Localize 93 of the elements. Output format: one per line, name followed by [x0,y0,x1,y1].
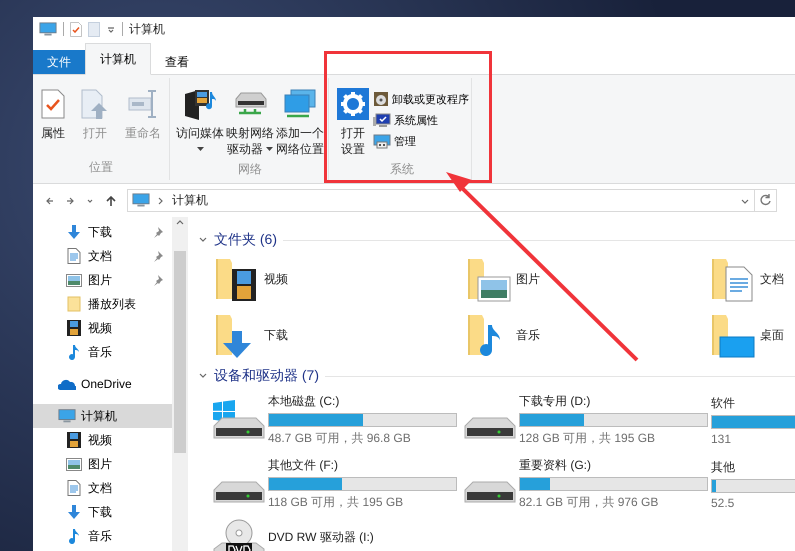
music-note-icon [68,528,80,544]
nav-item[interactable]: 文档 [33,476,172,500]
pin-icon[interactable] [152,274,164,286]
free-space-text: 118 GB 可用，共 195 GB [268,494,404,511]
refresh-button[interactable] [755,189,777,212]
folder-name[interactable]: 文档 [760,270,784,288]
up-icon[interactable] [105,194,117,206]
network-monitors-icon [283,89,317,119]
ribbon-button[interactable]: 属性 [39,82,67,159]
group-label: 系统 [389,161,415,178]
ribbon-button[interactable]: 添加一个网络位置 [276,82,324,162]
nav-item[interactable]: 视频 [33,316,172,340]
nav-item[interactable]: 文档 [33,244,172,268]
film-icon [67,320,81,336]
caret-icon [196,147,204,152]
nav-item[interactable]: 视频 [33,428,172,452]
document-arrow-icon [81,89,109,119]
computer-icon [39,22,57,36]
free-space-text: 82.1 GB 可用，共 976 GB [519,494,660,511]
drive-name[interactable]: 软件 [711,394,795,412]
drive-name[interactable]: 其他文件 (F:) [268,457,457,474]
monitor-icon [58,408,76,424]
picture-icon [66,274,82,286]
folder-name[interactable]: 视频 [264,270,288,288]
folder-icon [67,296,81,312]
nav-item[interactable]: 播放列表 [33,292,172,316]
nav-item[interactable]: 音乐 [33,340,172,364]
folder-name[interactable]: 图片 [516,270,540,288]
ribbon-button[interactable]: 管理 [373,133,469,150]
document-icon [67,248,81,264]
ribbon-button[interactable]: 访问媒体 [176,82,224,162]
pin-icon[interactable] [152,250,164,262]
computer-manage-icon [373,134,391,149]
section-title[interactable]: 设备和驱动器 (7) [214,367,319,385]
scroll-thumb[interactable] [174,251,186,453]
file-menu-tab[interactable]: 文件 [33,50,85,74]
document-check-icon[interactable] [70,22,82,36]
group-label: 位置 [88,159,114,176]
down-arrow-icon [66,224,82,240]
hard-drive-icon [212,481,266,504]
film-icon [67,432,81,448]
windows-drive-icon [212,400,266,440]
free-space-text: 52.5 [711,496,736,510]
document-icon [67,480,81,496]
back-icon[interactable] [45,196,55,206]
hard-drive-icon [463,481,517,504]
ribbon-tab[interactable]: 查看 [151,50,203,74]
drive-name[interactable]: 重要资料 (G:) [519,457,708,474]
computer-icon [132,193,150,208]
group-label: 网络 [237,161,263,178]
pin-icon[interactable] [152,226,164,238]
scrollbar[interactable] [172,217,188,551]
network-drive-icon [233,91,267,117]
drive-name[interactable]: 本地磁盘 (C:) [268,393,457,410]
disc-box-icon [373,91,389,107]
folder-name[interactable]: 下载 [264,326,288,344]
nav-item[interactable]: 图片 [33,268,172,292]
down-arrow-icon [66,504,82,520]
forward-icon[interactable] [65,196,75,206]
nav-item[interactable]: 计算机 [33,404,172,428]
section-title[interactable]: 文件夹 (6) [214,231,277,249]
drive-name[interactable]: 下载专用 (D:) [519,393,708,410]
cloud-icon [58,378,76,390]
gear-icon [337,88,369,120]
drive-name[interactable]: 其他 [711,458,795,476]
ribbon-button[interactable]: 系统属性 [373,112,469,129]
ribbon-button[interactable]: 映射网络驱动器 [226,82,274,162]
drive-name[interactable]: DVD RW 驱动器 (I:) [268,529,374,546]
picture-icon [66,458,82,470]
folder-name[interactable]: 桌面 [760,326,784,344]
free-space-text: 48.7 GB 可用，共 96.8 GB [268,430,412,447]
nav-item[interactable]: 下载 [33,220,172,244]
address-field[interactable]: 计算机 [127,189,755,212]
hard-drive-icon [463,417,517,440]
free-space-text: 131 [711,432,732,446]
nav-item[interactable]: 音乐 [33,524,172,548]
nav-item[interactable]: 下载 [33,500,172,524]
refresh-icon [760,194,772,206]
document-check-icon [41,89,65,119]
music-note-icon [68,344,80,360]
ribbon-tab[interactable]: 计算机 [85,43,151,75]
breadcrumb[interactable]: 计算机 [172,192,208,209]
caret-icon [266,147,274,152]
media-server-icon [183,88,217,120]
nav-item[interactable]: OneDrive [33,372,172,396]
rename-icon [128,89,158,119]
free-space-text: 128 GB 可用，共 195 GB [519,430,656,447]
window-title: 计算机 [129,20,165,38]
nav-item[interactable]: 图片 [33,452,172,476]
ribbon-button[interactable]: 打开设置 [335,82,371,162]
ribbon-button[interactable]: 卸载或更改程序 [373,90,469,108]
monitor-check-icon [373,113,391,128]
folder-name[interactable]: 音乐 [516,326,540,344]
